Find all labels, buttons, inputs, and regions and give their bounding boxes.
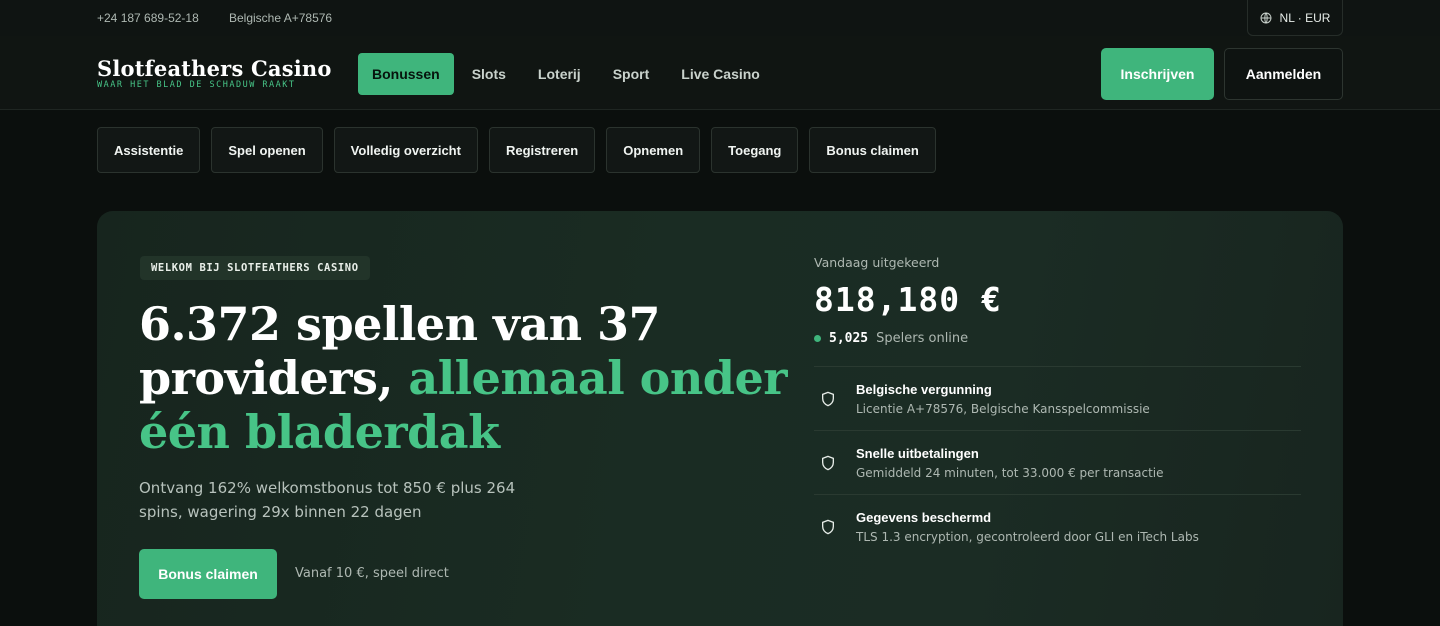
- nav-slots[interactable]: Slots: [458, 53, 520, 95]
- logo[interactable]: Slotfeathers Casino WAAR HET BLAD DE SCH…: [97, 56, 332, 90]
- login-button[interactable]: Aanmelden: [1224, 48, 1343, 100]
- quick-link-volledig-overzicht[interactable]: Volledig overzicht: [333, 127, 478, 173]
- main-nav: Bonussen Slots Loterij Sport Live Casino: [358, 53, 778, 95]
- logo-title: Slotfeathers Casino: [97, 56, 332, 81]
- quick-link-opnemen[interactable]: Opnemen: [606, 127, 701, 173]
- feature-item: Belgische vergunning Licentie A+78576, B…: [814, 366, 1301, 430]
- claim-bonus-button[interactable]: Bonus claimen: [139, 549, 277, 599]
- quick-link-registreren[interactable]: Registreren: [488, 127, 596, 173]
- quick-link-toegang[interactable]: Toegang: [711, 127, 799, 173]
- logo-tagline: WAAR HET BLAD DE SCHADUW RAAKT: [97, 80, 296, 90]
- shield-icon: [822, 391, 834, 406]
- feature-title: Belgische vergunning: [856, 381, 992, 397]
- cta-note: Vanaf 10 €, speel direct: [295, 566, 449, 581]
- hero-headline: 6.372 spellen van 37 providers, allemaal…: [139, 297, 799, 459]
- language-currency-label: NL · EUR: [1279, 10, 1331, 25]
- feature-description: Gemiddeld 24 minuten, tot 33.000 € per t…: [856, 465, 1164, 480]
- main-header: Slotfeathers Casino WAAR HET BLAD DE SCH…: [0, 36, 1440, 110]
- players-online-count: 5,025: [829, 331, 869, 346]
- nav-sport[interactable]: Sport: [599, 53, 664, 95]
- welcome-badge: WELKOM BIJ SLOTFEATHERS CASINO: [140, 256, 370, 280]
- online-status-dot: [814, 335, 821, 342]
- shield-icon: [822, 519, 834, 534]
- quick-link-spel-openen[interactable]: Spel openen: [211, 127, 323, 173]
- phone-number[interactable]: +24 187 689-52-18: [97, 11, 199, 25]
- nav-live-casino[interactable]: Live Casino: [667, 53, 774, 95]
- shield-icon: [822, 455, 834, 470]
- quick-link-bonus-claimen[interactable]: Bonus claimen: [809, 127, 936, 173]
- language-currency-selector[interactable]: NL · EUR: [1247, 0, 1343, 36]
- license-text: Belgische A+78576: [229, 11, 333, 25]
- hero-subline: Ontvang 162% welkomstbonus tot 850 € plu…: [139, 479, 516, 521]
- nav-loterij[interactable]: Loterij: [524, 53, 595, 95]
- feature-title: Gegevens beschermd: [856, 509, 992, 525]
- top-bar: +24 187 689-52-18 Belgische A+78576 NL ·…: [0, 0, 1440, 36]
- players-online: 5,025 Spelers online: [814, 331, 1301, 346]
- feature-title: Snelle uitbetalingen: [856, 445, 979, 461]
- paid-today-value: 818,180 €: [814, 280, 1002, 319]
- globe-icon: [1260, 12, 1272, 23]
- feature-description: Licentie A+78576, Belgische Kansspelcomm…: [856, 401, 1150, 416]
- feature-item: Gegevens beschermd TLS 1.3 encryption, g…: [814, 494, 1301, 558]
- quick-links: Assistentie Spel openen Volledig overzic…: [97, 127, 936, 173]
- stats-panel: Vandaag uitgekeerd 818,180 € 5,025 Spele…: [814, 255, 1301, 558]
- signup-button[interactable]: Inschrijven: [1101, 48, 1214, 100]
- feature-list: Belgische vergunning Licentie A+78576, B…: [814, 366, 1301, 558]
- header-actions: Inschrijven Aanmelden: [1101, 48, 1343, 100]
- nav-bonussen[interactable]: Bonussen: [358, 53, 454, 95]
- quick-link-assistentie[interactable]: Assistentie: [97, 127, 201, 173]
- feature-item: Snelle uitbetalingen Gemiddeld 24 minute…: [814, 430, 1301, 494]
- players-online-label: Spelers online: [876, 331, 969, 346]
- feature-description: TLS 1.3 encryption, gecontroleerd door G…: [856, 529, 1199, 544]
- paid-today-label: Vandaag uitgekeerd: [814, 255, 940, 270]
- hero-panel: WELKOM BIJ SLOTFEATHERS CASINO 6.372 spe…: [97, 211, 1343, 626]
